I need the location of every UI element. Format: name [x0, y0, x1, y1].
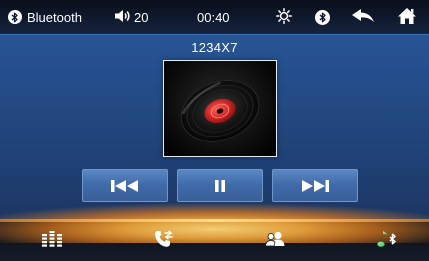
bluetooth-music-screen: Bluetooth 20 00:40 1234X7 — [0, 0, 429, 261]
back-button[interactable] — [351, 0, 375, 34]
bluetooth-icon — [8, 10, 22, 24]
home-button[interactable] — [397, 0, 417, 34]
bluetooth-music-icon — [377, 229, 399, 254]
volume-value: 20 — [134, 9, 149, 25]
pause-icon — [213, 179, 227, 193]
next-button[interactable] — [272, 169, 358, 202]
brightness-button[interactable] — [276, 0, 292, 34]
status-bar: Bluetooth 20 00:40 — [0, 0, 429, 35]
bluetooth-icon — [315, 9, 330, 25]
previous-button[interactable] — [82, 169, 168, 202]
phone-transfer-button[interactable] — [144, 224, 184, 258]
contacts-icon — [264, 231, 286, 252]
next-icon — [300, 179, 330, 193]
dock-glow-line — [0, 219, 429, 222]
source-label: Bluetooth — [27, 9, 82, 25]
home-icon — [397, 7, 417, 28]
pause-button[interactable] — [177, 169, 263, 202]
phone-transfer-icon — [154, 230, 174, 253]
track-title: 1234X7 — [191, 40, 238, 55]
clock: 00:40 — [197, 9, 230, 25]
bluetooth-source[interactable]: Bluetooth — [8, 0, 82, 34]
equalizer-icon — [41, 230, 63, 252]
contacts-button[interactable] — [255, 224, 295, 258]
equalizer-button[interactable] — [32, 224, 72, 258]
vinyl-record-icon — [180, 80, 260, 142]
back-arrow-icon — [351, 8, 375, 27]
previous-icon — [110, 179, 140, 193]
brightness-icon — [276, 7, 292, 27]
bluetooth-settings-button[interactable] — [315, 0, 330, 34]
bluetooth-music-button[interactable] — [368, 224, 408, 258]
volume-indicator[interactable]: 20 — [114, 0, 148, 34]
album-art — [163, 60, 277, 157]
speaker-icon — [114, 9, 132, 26]
